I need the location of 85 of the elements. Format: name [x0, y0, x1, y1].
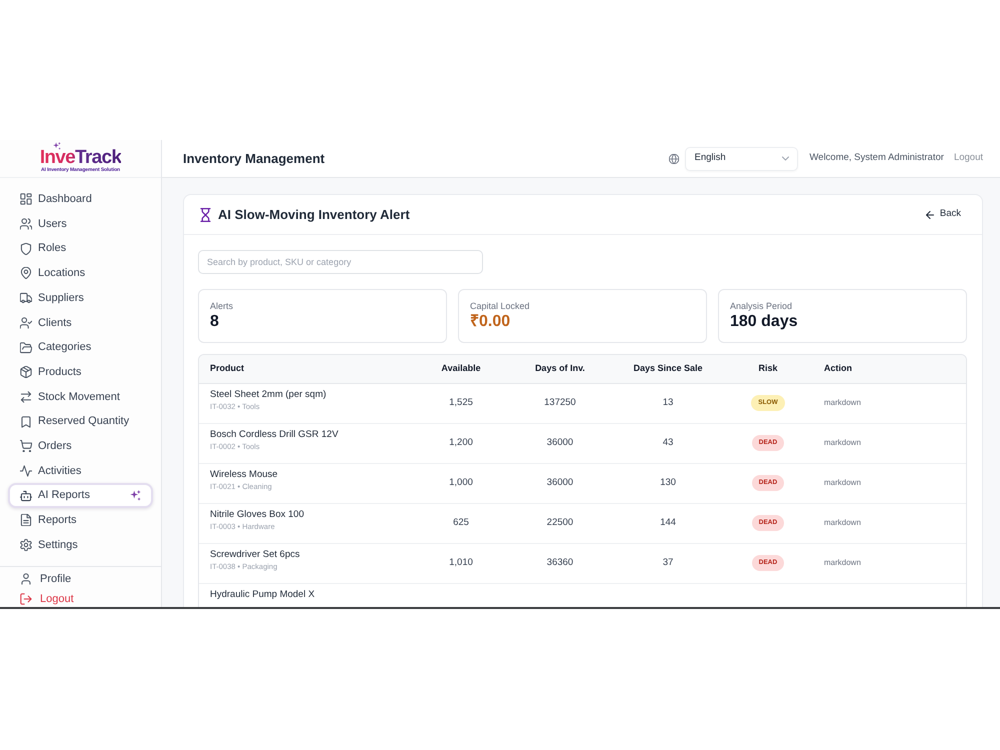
document-icon: [20, 514, 32, 526]
sidebar-item[interactable]: Activities: [8, 458, 153, 484]
user-check-icon: [20, 316, 32, 329]
sidebar-item[interactable]: Dashboard: [8, 187, 153, 212]
action-text: markdown: [824, 518, 861, 527]
page-title: Inventory Management: [183, 150, 325, 168]
map-pin-icon: [20, 267, 32, 280]
stat-value: 180 days: [730, 312, 799, 332]
chevron-icon: [782, 156, 790, 161]
logout-icon: [20, 592, 32, 605]
action-text: markdown: [824, 558, 861, 567]
sidebar-item[interactable]: Clients: [8, 310, 153, 336]
sparkle-icon: [130, 490, 141, 502]
brand-logo-text: InveTrack: [40, 148, 122, 166]
logout-link[interactable]: Logout: [8, 588, 153, 607]
sparkle-icon: [53, 142, 61, 150]
truck-icon: [20, 292, 32, 304]
stat-label: Alerts: [210, 300, 234, 312]
sidebar-item[interactable]: Reserved Quantity: [8, 409, 153, 434]
arrows-icon: [20, 390, 32, 403]
user-icon: [20, 572, 32, 585]
arrow-left-icon: [926, 210, 934, 218]
box-icon: [20, 366, 32, 378]
table-cell: 130: [609, 463, 727, 503]
welcome-text: Welcome, System Administrator: [809, 151, 944, 166]
sidebar-item[interactable]: Profile: [8, 568, 153, 589]
column-header: Action: [809, 355, 966, 383]
sidebar-item[interactable]: Roles: [8, 236, 153, 262]
folder-icon: [20, 342, 32, 354]
action-text: markdown: [824, 478, 861, 487]
sidebar-item[interactable]: Products: [8, 360, 153, 385]
hourglass-icon: [200, 208, 211, 222]
stat-value: ₹0.00: [470, 312, 512, 332]
pulse-icon: [20, 465, 32, 478]
column-header: Product: [199, 355, 411, 383]
table-cell: 1,000: [411, 463, 511, 503]
cart-icon: [20, 440, 32, 452]
product-name: Steel Sheet 2mm (per sqm): [210, 388, 328, 400]
table-cell: 144: [609, 503, 727, 543]
sidebar-item[interactable]: Users: [8, 212, 153, 236]
sidebar-item[interactable]: AI Reports: [8, 483, 153, 508]
stat-label: Analysis Period: [730, 300, 794, 312]
shield-icon: [20, 242, 32, 255]
bookmark-icon: [20, 416, 32, 428]
stat-label: Capital Locked: [470, 300, 531, 312]
column-header: Risk: [727, 355, 809, 383]
table-cell: 22500: [511, 503, 609, 543]
table-cell: 1,525: [411, 383, 511, 423]
product-name: Hydraulic Pump Model X: [210, 588, 316, 600]
action-text: markdown: [824, 398, 861, 407]
card-title: AI Slow-Moving Inventory Alert: [218, 206, 410, 222]
stat-value: 8: [210, 312, 220, 332]
sidebar-item[interactable]: Settings: [8, 532, 153, 558]
column-header: Days Since Sale: [609, 355, 727, 383]
language-select[interactable]: English: [685, 146, 798, 170]
sidebar-item[interactable]: Reports: [8, 508, 153, 533]
grid-icon: [20, 193, 32, 206]
sidebar-item[interactable]: Categories: [8, 335, 153, 360]
settings-icon: [20, 539, 32, 552]
robot-icon: [20, 490, 32, 502]
search-field[interactable]: Search by product, SKU or category: [198, 250, 483, 274]
users-icon: [20, 218, 32, 230]
sidebar-item[interactable]: Orders: [8, 434, 153, 459]
globe-icon: [669, 154, 680, 164]
action-text: markdown: [824, 438, 861, 447]
sidebar-item[interactable]: Stock Movement: [8, 384, 153, 410]
product-name: Bosch Cordless Drill GSR 12V: [210, 428, 340, 440]
table-cell: 1,010: [411, 543, 511, 583]
column-header: Days of Inv.: [511, 355, 609, 383]
sidebar-item[interactable]: Locations: [8, 261, 153, 286]
sidebar-item[interactable]: Suppliers: [8, 286, 153, 311]
column-header: Available: [411, 355, 511, 383]
table-cell: 36000: [511, 463, 609, 503]
back-button[interactable]: Back: [926, 205, 961, 224]
product-name: Nitrile Gloves Box 100: [210, 508, 305, 520]
product-name: Screwdriver Set 6pcs: [210, 548, 301, 560]
table-cell: 137250: [511, 383, 609, 423]
table-cell: 13: [609, 383, 727, 423]
table-cell: 43: [609, 423, 727, 463]
product-name: Wireless Mouse: [210, 468, 279, 480]
table-cell: 36000: [511, 423, 609, 463]
table-cell: 37: [609, 543, 727, 583]
table-cell: 1,200: [411, 423, 511, 463]
table-cell: 36360: [511, 543, 609, 583]
table-cell: 625: [411, 503, 511, 543]
